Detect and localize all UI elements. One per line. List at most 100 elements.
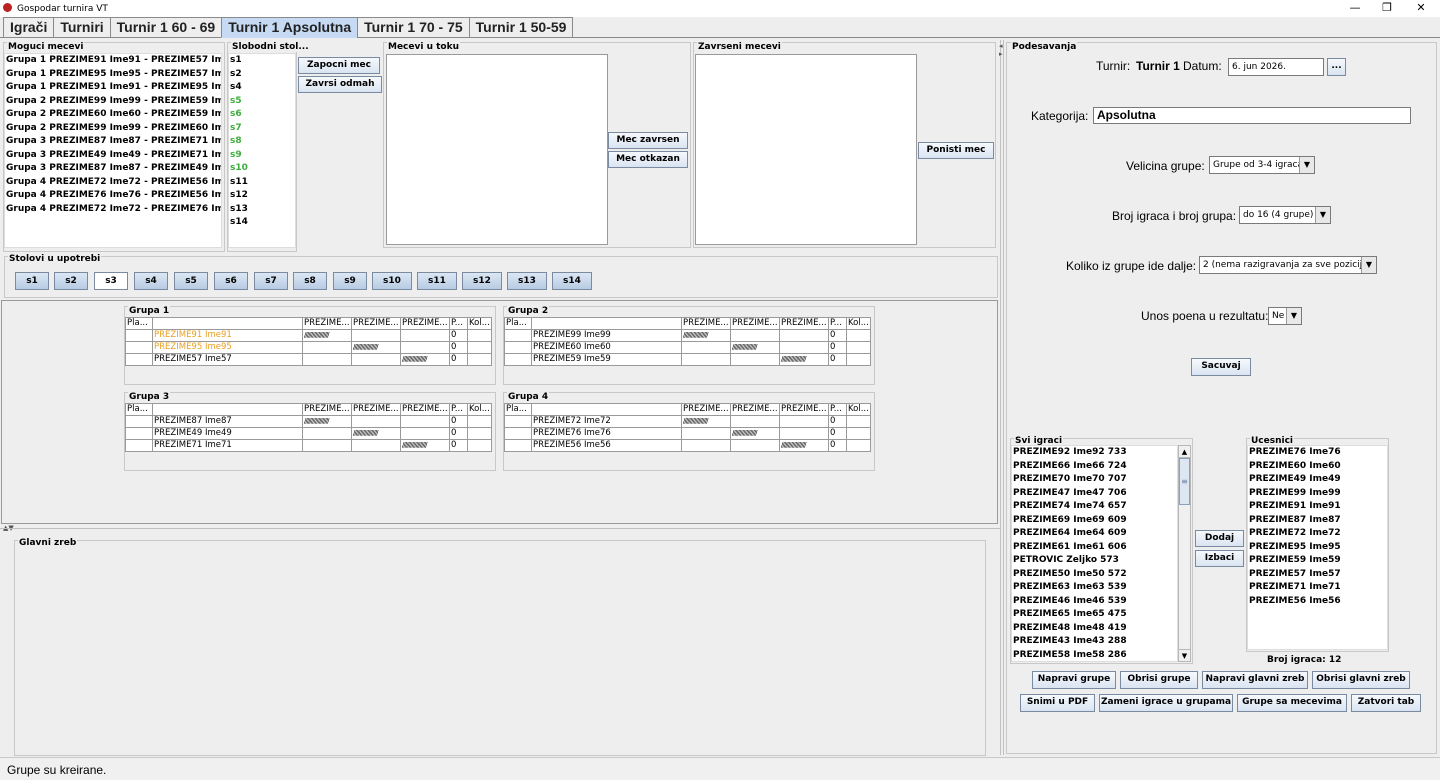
player-name[interactable]: PREZIME57 Ime57	[153, 354, 303, 366]
table-slot-item[interactable]: s11	[229, 176, 295, 190]
column-header[interactable]: PREZIME...	[780, 318, 829, 330]
table-button-s12[interactable]: s12	[462, 272, 502, 290]
list-item[interactable]: Grupa 1 PREZIME91 Ime91 - PREZIME95 Ime9…	[5, 81, 221, 95]
player-name[interactable]: PREZIME95 Ime95	[153, 342, 303, 354]
column-header[interactable]: PREZIME...	[352, 318, 401, 330]
mec-zavrsen-button[interactable]: Mec zavrsen	[608, 132, 688, 149]
player-name[interactable]: PREZIME56 Ime56	[532, 440, 682, 452]
list-item[interactable]: PREZIME92 Ime92 733	[1012, 446, 1177, 460]
player-name[interactable]: PREZIME60 Ime60	[532, 342, 682, 354]
tab-1[interactable]: Turniri	[53, 17, 111, 38]
list-item[interactable]: Grupa 1 PREZIME91 Ime91 - PREZIME57 Ime5…	[5, 54, 221, 68]
moguci-list[interactable]: Grupa 1 PREZIME91 Ime91 - PREZIME57 Ime5…	[4, 53, 222, 248]
table-slot-item[interactable]: s12	[229, 189, 295, 203]
koliko-select[interactable]: 2 (nema razigravanja za sve pozicije) ▼	[1199, 256, 1377, 274]
chevron-down-icon[interactable]: ▼	[1299, 157, 1314, 173]
list-item[interactable]: PREZIME47 Ime47 706	[1012, 487, 1177, 501]
table-button-s4[interactable]: s4	[134, 272, 168, 290]
grupe-sa-mecevima-button[interactable]: Grupe sa mecevima	[1237, 694, 1347, 712]
splitter-left-arrow-icon[interactable]: ◂	[999, 42, 1003, 50]
maximize-button[interactable]: ❐	[1379, 1, 1395, 15]
dodaj-button[interactable]: Dodaj	[1195, 530, 1244, 547]
list-item[interactable]: Grupa 2 PREZIME99 Ime99 - PREZIME59 Ime5…	[5, 95, 221, 109]
column-header[interactable]: PREZIME...	[303, 404, 352, 416]
column-header[interactable]: PREZIME...	[352, 404, 401, 416]
list-item[interactable]: Grupa 2 PREZIME99 Ime99 - PREZIME60 Ime6…	[5, 122, 221, 136]
table-button-s9[interactable]: s9	[333, 272, 367, 290]
table-button-s13[interactable]: s13	[507, 272, 547, 290]
table-button-s7[interactable]: s7	[254, 272, 288, 290]
column-header[interactable]: PREZIME...	[401, 404, 450, 416]
scroll-down-icon[interactable]: ▼	[1179, 649, 1190, 661]
list-item[interactable]: Grupa 3 PREZIME49 Ime49 - PREZIME71 Ime7…	[5, 149, 221, 163]
zameni-igrace-button[interactable]: Zameni igrace u grupama	[1099, 694, 1233, 712]
list-item[interactable]: PETROVIC Zeljko 573	[1012, 554, 1177, 568]
zatvori-tab-button[interactable]: Zatvori tab	[1351, 694, 1421, 712]
table-slot-item[interactable]: s10	[229, 162, 295, 176]
splitter-right-arrow-icon[interactable]: ▸	[999, 50, 1003, 58]
list-item[interactable]: PREZIME95 Ime95	[1248, 541, 1387, 555]
list-item[interactable]: PREZIME91 Ime91	[1248, 500, 1387, 514]
list-item[interactable]: PREZIME99 Ime99	[1248, 487, 1387, 501]
minimize-button[interactable]: —	[1347, 1, 1363, 15]
broj-select[interactable]: do 16 (4 grupe) ▼	[1239, 206, 1331, 224]
player-name[interactable]: PREZIME72 Ime72	[532, 416, 682, 428]
column-header[interactable]: Kol...	[847, 404, 871, 416]
column-header[interactable]: Kol...	[468, 404, 492, 416]
column-header[interactable]: PREZIME...	[682, 404, 731, 416]
table-slot-item[interactable]: s7	[229, 122, 295, 136]
datum-field[interactable]: 6. jun 2026.	[1228, 58, 1324, 76]
table-button-s2[interactable]: s2	[54, 272, 88, 290]
list-item[interactable]: PREZIME64 Ime64 609	[1012, 527, 1177, 541]
snimi-pdf-button[interactable]: Snimi u PDF	[1020, 694, 1095, 712]
tab-5[interactable]: Turnir 1 50-59	[468, 17, 574, 38]
column-header[interactable]: Pla...	[126, 318, 153, 330]
column-header[interactable]: P...	[450, 318, 468, 330]
player-name[interactable]: PREZIME71 Ime71	[153, 440, 303, 452]
list-item[interactable]: PREZIME43 Ime43 288	[1012, 635, 1177, 649]
zavrsi-odmah-button[interactable]: Zavrsi odmah	[298, 76, 382, 93]
list-item[interactable]: Grupa 4 PREZIME72 Ime72 - PREZIME76 Ime7…	[5, 203, 221, 217]
column-header[interactable]: PREZIME...	[401, 318, 450, 330]
table-button-s5[interactable]: s5	[174, 272, 208, 290]
slobodni-list[interactable]: s1 s2 s4 s5 s6 s7 s8 s9 s10 s11 s12 s13 s14	[228, 53, 296, 248]
chevron-down-icon[interactable]: ▼	[1361, 257, 1376, 273]
u-toku-list[interactable]	[386, 54, 608, 245]
player-name[interactable]: PREZIME99 Ime99	[532, 330, 682, 342]
column-header[interactable]: Pla...	[505, 318, 532, 330]
table-slot-item[interactable]: s14	[229, 216, 295, 230]
svi-igraci-list[interactable]: PREZIME92 Ime92 733 PREZIME66 Ime66 724 PR…	[1011, 445, 1178, 662]
chevron-down-icon[interactable]: ▼	[1286, 308, 1301, 324]
chevron-down-icon[interactable]: ▼	[1315, 207, 1330, 223]
table-slot-item[interactable]: s6	[229, 108, 295, 122]
list-item[interactable]: Grupa 2 PREZIME60 Ime60 - PREZIME59 Ime5…	[5, 108, 221, 122]
table-button-s6[interactable]: s6	[214, 272, 248, 290]
table-slot-item[interactable]: s1	[229, 54, 295, 68]
list-item[interactable]: PREZIME76 Ime76	[1248, 446, 1387, 460]
mec-otkazan-button[interactable]: Mec otkazan	[608, 151, 688, 168]
velicina-select[interactable]: Grupe od 3-4 igraca ▼	[1209, 156, 1315, 174]
list-item[interactable]: PREZIME50 Ime50 572	[1012, 568, 1177, 582]
scroll-thumb[interactable]: ≡	[1179, 458, 1190, 505]
column-header[interactable]: Kol...	[468, 318, 492, 330]
column-header[interactable]: PREZIME...	[731, 318, 780, 330]
list-item[interactable]: PREZIME65 Ime65 475	[1012, 608, 1177, 622]
column-header[interactable]	[532, 318, 682, 330]
list-item[interactable]: Grupa 1 PREZIME95 Ime95 - PREZIME57 Ime5…	[5, 68, 221, 82]
column-header[interactable]	[153, 404, 303, 416]
column-header[interactable]: P...	[829, 404, 847, 416]
player-name[interactable]: PREZIME76 Ime76	[532, 428, 682, 440]
list-item[interactable]: PREZIME60 Ime60	[1248, 460, 1387, 474]
player-name[interactable]: PREZIME87 Ime87	[153, 416, 303, 428]
obrisi-grupe-button[interactable]: Obrisi grupe	[1120, 671, 1198, 689]
list-item[interactable]: Grupa 3 PREZIME87 Ime87 - PREZIME49 Ime4…	[5, 162, 221, 176]
table-button-s11[interactable]: s11	[417, 272, 457, 290]
table-slot-item[interactable]: s13	[229, 203, 295, 217]
list-item[interactable]: PREZIME56 Ime56	[1248, 595, 1387, 609]
list-item[interactable]: PREZIME58 Ime58 286	[1012, 649, 1177, 662]
izbaci-button[interactable]: Izbaci	[1195, 550, 1244, 567]
list-item[interactable]: Grupa 4 PREZIME72 Ime72 - PREZIME56 Ime5…	[5, 176, 221, 190]
list-item[interactable]: PREZIME63 Ime63 539	[1012, 581, 1177, 595]
column-header[interactable]: PREZIME...	[731, 404, 780, 416]
list-item[interactable]: PREZIME48 Ime48 419	[1012, 622, 1177, 636]
